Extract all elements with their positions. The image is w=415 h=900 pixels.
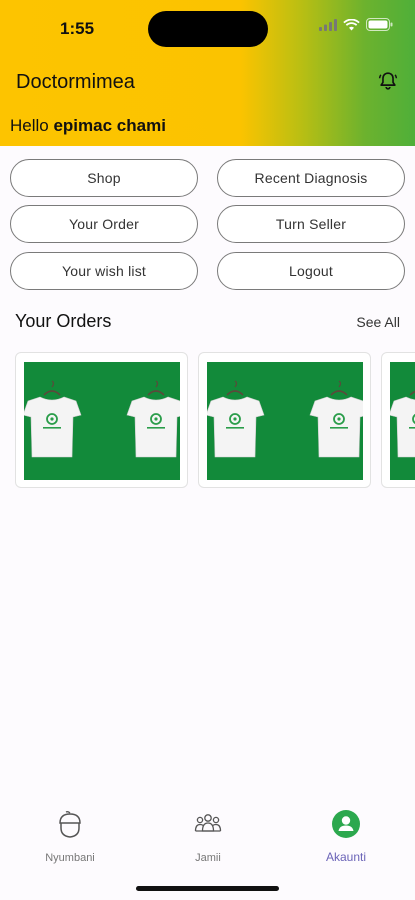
wifi-icon <box>343 18 360 30</box>
turn-seller-button[interactable]: Turn Seller <box>217 205 405 243</box>
dynamic-island <box>148 11 268 47</box>
see-all-link[interactable]: See All <box>356 314 400 330</box>
orders-section-title: Your Orders <box>15 311 112 331</box>
greeting: Hello epimac chami <box>10 116 166 136</box>
status-time: 1:55 <box>60 19 95 38</box>
tab-home-label: Nyumbani <box>45 852 95 864</box>
order-card[interactable] <box>198 352 371 488</box>
app-header: 1:55 Doctormimea Hello epimac chami <box>0 0 415 146</box>
tab-community[interactable]: Jamii <box>168 809 248 864</box>
tshirt-product-image <box>24 362 180 480</box>
tshirt-product-image <box>207 362 363 480</box>
wish-list-button[interactable]: Your wish list <box>10 252 198 290</box>
greeting-prefix: Hello <box>10 116 54 135</box>
status-icons <box>319 18 393 31</box>
battery-icon <box>366 18 393 31</box>
bottom-tab-bar: Nyumbani Jamii Akaunti <box>0 795 415 900</box>
status-bar: 1:55 <box>0 0 415 58</box>
home-acorn-icon <box>59 811 81 838</box>
home-indicator[interactable] <box>136 886 279 891</box>
app-title: Doctormimea <box>16 71 135 93</box>
orders-carousel[interactable] <box>15 352 415 490</box>
account-user-icon <box>332 810 360 838</box>
notification-bell-icon[interactable] <box>377 70 399 92</box>
tab-home[interactable]: Nyumbani <box>30 809 110 864</box>
tshirt-product-image <box>390 362 415 480</box>
user-name: epimac chami <box>53 116 166 135</box>
tab-account[interactable]: Akaunti <box>306 809 386 864</box>
community-group-icon <box>194 814 222 832</box>
logout-button[interactable]: Logout <box>217 252 405 290</box>
signal-icon <box>319 18 337 31</box>
your-order-button[interactable]: Your Order <box>10 205 198 243</box>
shop-button[interactable]: Shop <box>10 159 198 197</box>
order-card[interactable] <box>381 352 415 488</box>
recent-diagnosis-button[interactable]: Recent Diagnosis <box>217 159 405 197</box>
order-card[interactable] <box>15 352 188 488</box>
tab-account-label: Akaunti <box>325 850 367 864</box>
tab-community-label: Jamii <box>195 852 221 864</box>
